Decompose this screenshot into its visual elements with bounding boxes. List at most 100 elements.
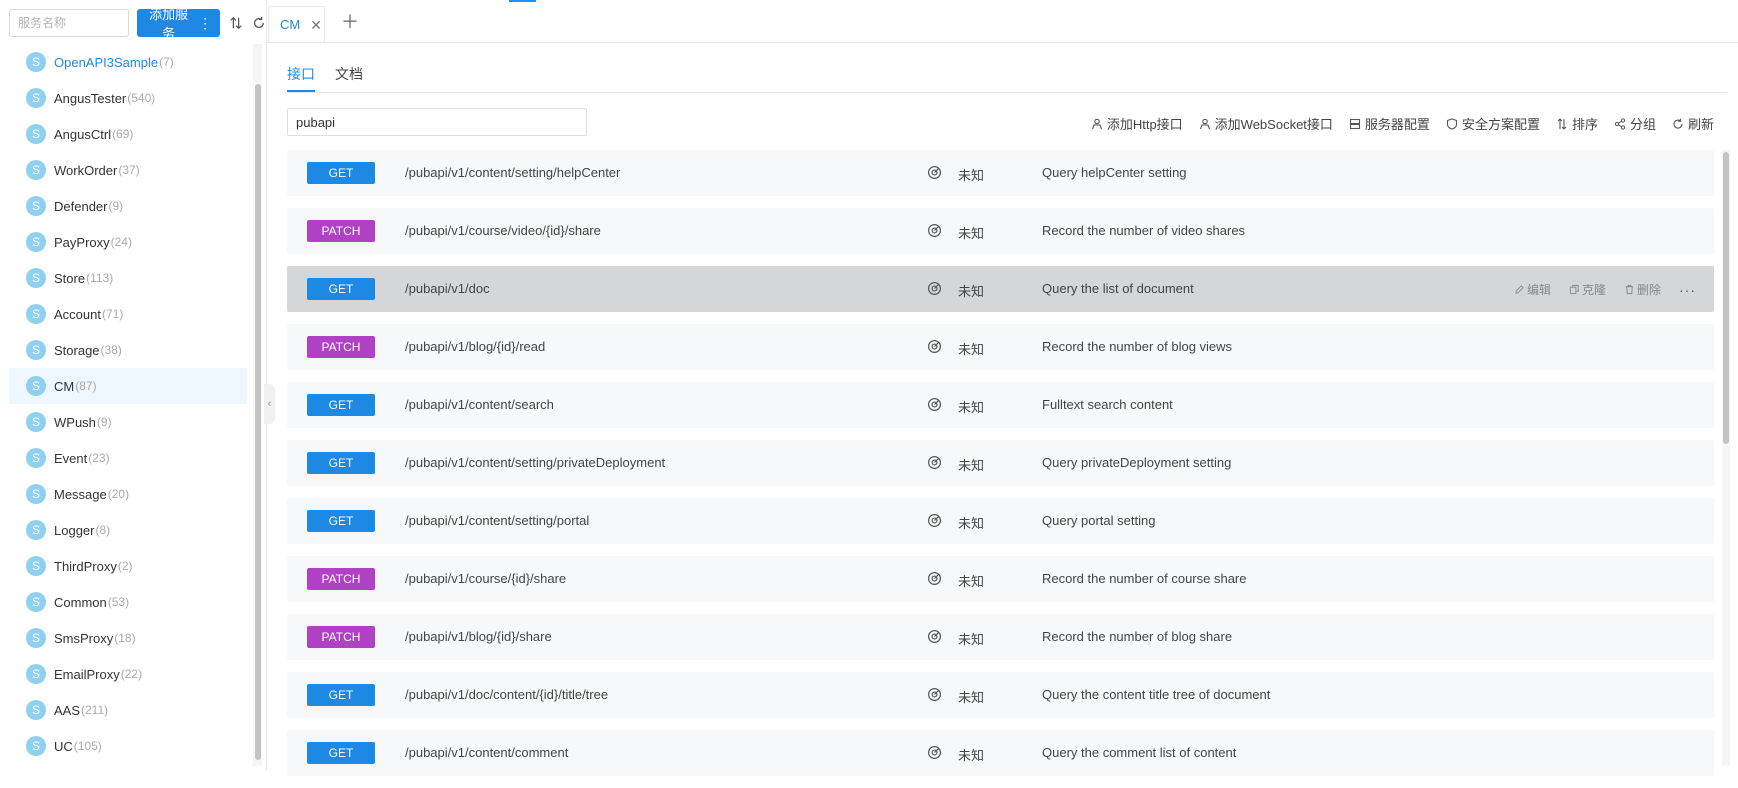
api-row[interactable]: PATCH/pubapi/v1/blog/{id}/share 未知 Record … [287, 614, 1714, 660]
sidebar-item-angustester[interactable]: S AngusTester (540) [9, 80, 247, 116]
status-target-icon [927, 571, 942, 586]
sort-icon [1557, 117, 1567, 130]
service-name: PayProxy [54, 234, 110, 250]
add-http-api-button[interactable]: 添加Http接口 [1091, 114, 1183, 133]
sort-icon[interactable] [228, 15, 243, 31]
api-row[interactable]: GET/pubapi/v1/content/search 未知 Fulltext s… [287, 382, 1714, 428]
service-badge: S [26, 592, 46, 612]
sidebar-item-angusctrl[interactable]: S AngusCtrl (69) [9, 116, 247, 152]
sidebar-item-openapi3sample[interactable]: S OpenAPI3Sample (7) [9, 44, 247, 80]
server-config-label: 服务器配置 [1364, 117, 1430, 132]
service-count: (23) [88, 451, 110, 465]
service-badge: S [26, 304, 46, 324]
api-description: Record the number of blog views [1042, 339, 1233, 354]
service-name: Common [54, 594, 107, 610]
api-row[interactable]: GET/pubapi/v1/content/setting/privateDep… [287, 440, 1714, 486]
http-method-badge: PATCH [307, 336, 375, 358]
service-name: WPush [54, 414, 96, 430]
api-status: 未知 [958, 748, 985, 763]
service-count: (37) [118, 163, 140, 177]
api-path: /pubapi/v1/course/{id}/share [405, 571, 567, 586]
sidebar-item-uc[interactable]: S UC (105) [9, 728, 247, 764]
refresh-icon[interactable] [251, 15, 266, 31]
sidebar-item-account[interactable]: S Account (71) [9, 296, 247, 332]
api-list-scrollbar-thumb[interactable] [1723, 152, 1729, 444]
collapse-sidebar-handle[interactable]: ‹ [264, 384, 275, 424]
sidebar-item-wpush[interactable]: S WPush (9) [9, 404, 247, 440]
api-icon [1091, 118, 1102, 129]
service-badge: S [26, 520, 46, 540]
sidebar-item-defender[interactable]: S Defender (9) [9, 188, 247, 224]
service-badge: S [26, 232, 46, 252]
status-target-icon [927, 687, 942, 702]
api-status: 未知 [958, 574, 985, 589]
service-badge: S [26, 448, 46, 468]
api-path: /pubapi/v1/content/setting/portal [405, 513, 590, 528]
sort-button[interactable]: 排序 [1556, 114, 1598, 133]
delete-button[interactable]: 删除 [1624, 281, 1661, 298]
api-row[interactable]: GET/pubapi/v1/content/comment 未知 Query the… [287, 730, 1714, 776]
tab-cm[interactable]: CM ✕ [268, 6, 325, 42]
security-config-button[interactable]: 安全方案配置 [1446, 114, 1540, 133]
api-row[interactable]: PATCH/pubapi/v1/course/{id}/share 未知 Recor… [287, 556, 1714, 602]
add-service-label: 添加服务 [149, 7, 189, 41]
security-config-label: 安全方案配置 [1461, 117, 1540, 132]
sidebar-item-common[interactable]: S Common (53) [9, 584, 247, 620]
sidebar-item-storage[interactable]: S Storage (38) [9, 332, 247, 368]
service-name: Event [54, 450, 88, 466]
service-count: (87) [75, 379, 97, 393]
subtab-api[interactable]: 接口 [287, 64, 315, 84]
service-name: CM [54, 378, 75, 394]
refresh-label: 刷新 [1687, 117, 1714, 132]
api-description: Record the number of blog share [1042, 629, 1233, 644]
sidebar-item-event[interactable]: S Event (23) [9, 440, 247, 476]
server-config-button[interactable]: 服务器配置 [1349, 114, 1430, 133]
sidebar-item-emailproxy[interactable]: S EmailProxy (22) [9, 656, 247, 692]
service-search-input[interactable] [9, 9, 129, 37]
api-status: 未知 [958, 284, 985, 299]
api-row[interactable]: GET/pubapi/v1/content/setting/helpCenter… [287, 150, 1714, 196]
api-row[interactable]: PATCH/pubapi/v1/course/video/{id}/share 未… [287, 208, 1714, 254]
add-websocket-label: 添加WebSocket接口 [1214, 117, 1333, 132]
service-count: (38) [100, 343, 122, 357]
sidebar-item-cm[interactable]: S CM (87) [9, 368, 247, 404]
row-actions: 编辑 克隆 删除 ··· [1514, 281, 1696, 298]
more-options-icon[interactable]: ··· [1679, 282, 1696, 298]
sidebar-item-store[interactable]: S Store (113) [9, 260, 247, 296]
api-row[interactable]: PATCH/pubapi/v1/blog/{id}/read 未知 Record t… [287, 324, 1714, 370]
group-label: 分组 [1629, 117, 1656, 132]
edit-button[interactable]: 编辑 [1514, 281, 1551, 298]
add-websocket-api-button[interactable]: 添加WebSocket接口 [1199, 114, 1333, 133]
clone-button[interactable]: 克隆 [1569, 281, 1606, 298]
sidebar-item-payproxy[interactable]: S PayProxy (24) [9, 224, 247, 260]
http-method-badge: PATCH [307, 220, 375, 242]
service-count: (22) [120, 667, 143, 681]
add-service-button[interactable]: 添加服务 ⋮ [137, 7, 221, 41]
service-sidebar: 添加服务 ⋮ S OpenAPI3Sample(7) S AngusTester(54… [0, 0, 267, 771]
subtab-doc[interactable]: 文档 [335, 64, 363, 84]
api-path: /pubapi/v1/doc/content/{id}/title/tree [405, 687, 609, 702]
sidebar-item-thirdproxy[interactable]: S ThirdProxy (2) [9, 548, 247, 584]
api-row[interactable]: GET/pubapi/v1/content/setting/portal 未知 Qu… [287, 498, 1714, 544]
service-badge: S [26, 88, 46, 108]
sidebar-item-workorder[interactable]: S WorkOrder (37) [9, 152, 247, 188]
sidebar-item-smsproxy[interactable]: S SmsProxy (18) [9, 620, 247, 656]
service-badge: S [26, 484, 46, 504]
sidebar-item-aas[interactable]: S AAS (211) [9, 692, 247, 728]
api-status: 未知 [958, 632, 985, 647]
service-count: (9) [108, 199, 124, 213]
api-row[interactable]: GET/pubapi/v1/doc/content/{id}/title/tre… [287, 672, 1714, 718]
sidebar-item-logger[interactable]: S Logger (8) [9, 512, 247, 548]
api-row[interactable]: GET/pubapi/v1/doc 未知 Query the list of doc… [287, 266, 1714, 312]
group-button[interactable]: 分组 [1614, 114, 1656, 133]
refresh-icon [1673, 118, 1683, 129]
api-description: Query the comment list of content [1042, 745, 1237, 760]
refresh-button[interactable]: 刷新 [1672, 114, 1714, 133]
api-filter-input[interactable] [287, 108, 587, 136]
close-icon[interactable]: ✕ [310, 18, 322, 32]
add-tab-icon[interactable]: ＋ [341, 13, 359, 31]
sidebar-scrollbar-thumb[interactable] [255, 84, 261, 760]
api-path: /pubapi/v1/content/search [405, 397, 554, 412]
service-name: Store [54, 270, 86, 286]
sidebar-item-message[interactable]: S Message (20) [9, 476, 247, 512]
